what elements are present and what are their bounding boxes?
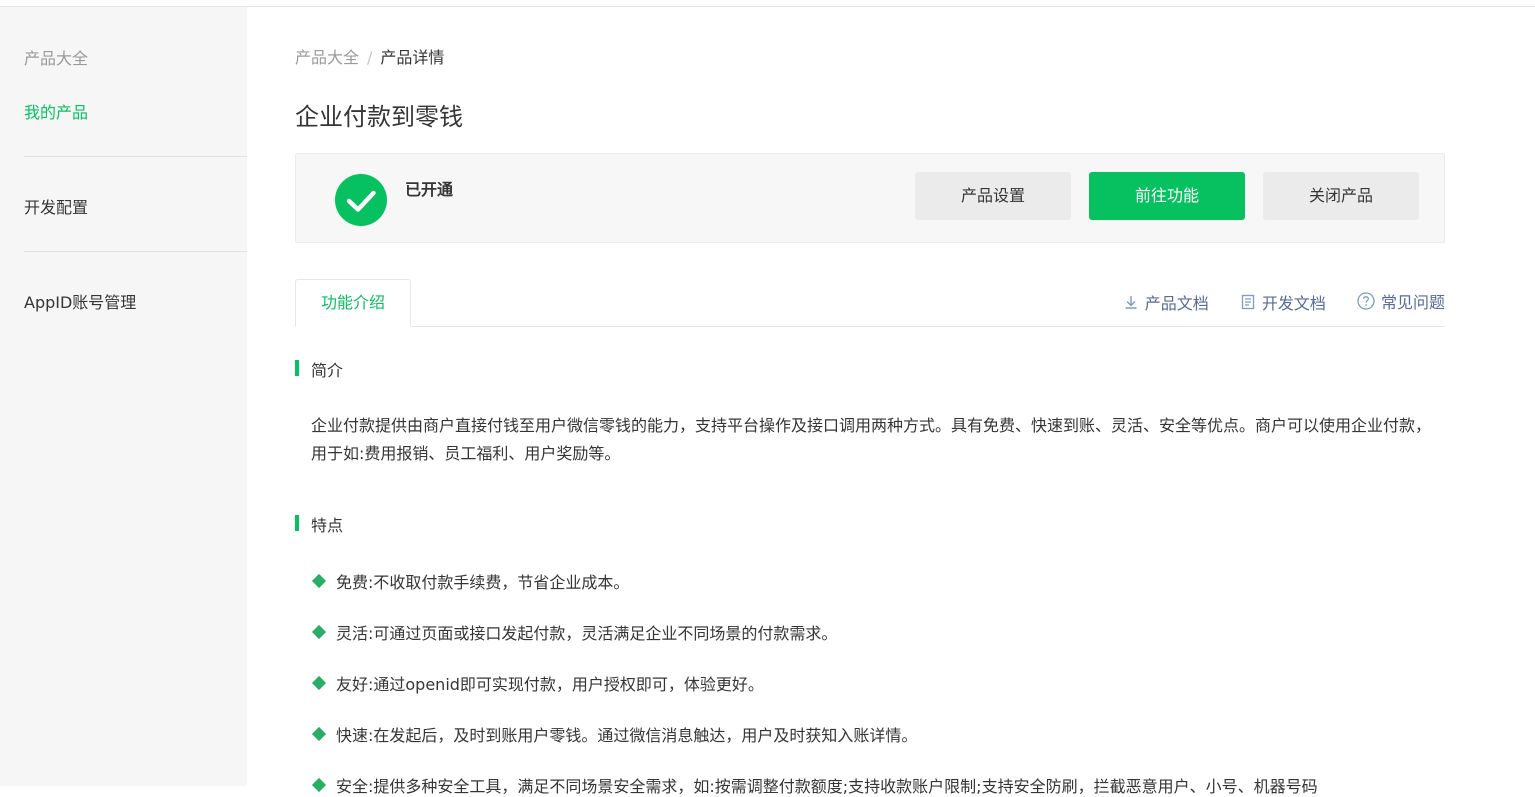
question-circle-icon [1357, 292, 1375, 310]
tabs-bar: 功能介绍 产品文档 开发文档 常见问题 [295, 279, 1445, 327]
sidebar: 产品大全 我的产品 开发配置 AppID账号管理 [0, 7, 247, 786]
diamond-bullet-icon [311, 624, 327, 640]
feature-item: 安全:提供多种安全工具，满足不同场景安全需求，如:按需调整付款额度;支持收款账户… [311, 773, 1318, 797]
feature-item: 快速:在发起后，及时到账用户零钱。通过微信消息触达，用户及时获知入账详情。 [311, 722, 917, 746]
diamond-bullet-icon [311, 573, 327, 589]
feature-item: 免费:不收取付款手续费，节省企业成本。 [311, 569, 629, 593]
breadcrumb-current: 产品详情 [380, 48, 445, 67]
features-heading: 特点 [295, 512, 343, 536]
faq-link[interactable]: 常见问题 [1357, 289, 1445, 313]
sidebar-item-appid-manage[interactable]: AppID账号管理 [24, 289, 136, 313]
dev-doc-link[interactable]: 开发文档 [1240, 290, 1326, 314]
faq-label: 常见问题 [1380, 293, 1445, 312]
breadcrumb-root-link[interactable]: 产品大全 [295, 48, 359, 67]
close-product-button[interactable]: 关闭产品 [1263, 172, 1419, 220]
check-circle-icon [335, 174, 387, 226]
feature-text: 快速:在发起后，及时到账用户零钱。通过微信消息触达，用户及时获知入账详情。 [336, 726, 918, 745]
feature-text: 免费:不收取付款手续费，节省企业成本。 [336, 573, 630, 592]
sidebar-divider [24, 251, 247, 252]
doc-links: 产品文档 开发文档 常见问题 [1097, 289, 1445, 314]
feature-text: 灵活:可通过页面或接口发起付款，灵活满足企业不同场景的付款需求。 [336, 624, 838, 643]
dev-doc-label: 开发文档 [1261, 294, 1326, 313]
diamond-bullet-icon [311, 675, 327, 691]
status-label: 已开通 [405, 180, 454, 199]
download-icon [1125, 296, 1137, 309]
breadcrumb: 产品大全 / 产品详情 [295, 44, 444, 68]
intro-heading: 简介 [295, 357, 343, 381]
sidebar-item-dev-config[interactable]: 开发配置 [24, 194, 88, 218]
product-status-panel: 已开通 产品设置 前往功能 关闭产品 [295, 153, 1445, 243]
intro-text: 企业付款提供由商户直接付钱至用户微信零钱的能力，支持平台操作及接口调用两种方式。… [311, 416, 1432, 463]
product-doc-link[interactable]: 产品文档 [1123, 290, 1209, 314]
sidebar-divider [24, 156, 247, 157]
breadcrumb-separator: / [367, 48, 373, 67]
feature-text: 安全:提供多种安全工具，满足不同场景安全需求，如:按需调整付款额度;支持收款账户… [336, 777, 1318, 796]
sidebar-item-my-products[interactable]: 我的产品 [24, 99, 88, 123]
product-doc-label: 产品文档 [1144, 294, 1209, 313]
diamond-bullet-icon [311, 777, 327, 793]
goto-function-button[interactable]: 前往功能 [1089, 172, 1245, 220]
tab-feature-intro[interactable]: 功能介绍 [295, 279, 411, 327]
sidebar-category-label: 产品大全 [24, 49, 89, 68]
feature-text: 友好:通过openid即可实现付款，用户授权即可，体验更好。 [336, 675, 764, 694]
top-border [0, 0, 1535, 7]
page-title: 企业付款到零钱 [295, 103, 463, 131]
document-icon [1241, 294, 1255, 310]
feature-item: 友好:通过openid即可实现付款，用户授权即可，体验更好。 [311, 671, 764, 695]
feature-item: 灵活:可通过页面或接口发起付款，灵活满足企业不同场景的付款需求。 [311, 620, 837, 644]
diamond-bullet-icon [311, 726, 327, 742]
product-settings-button[interactable]: 产品设置 [915, 172, 1071, 220]
